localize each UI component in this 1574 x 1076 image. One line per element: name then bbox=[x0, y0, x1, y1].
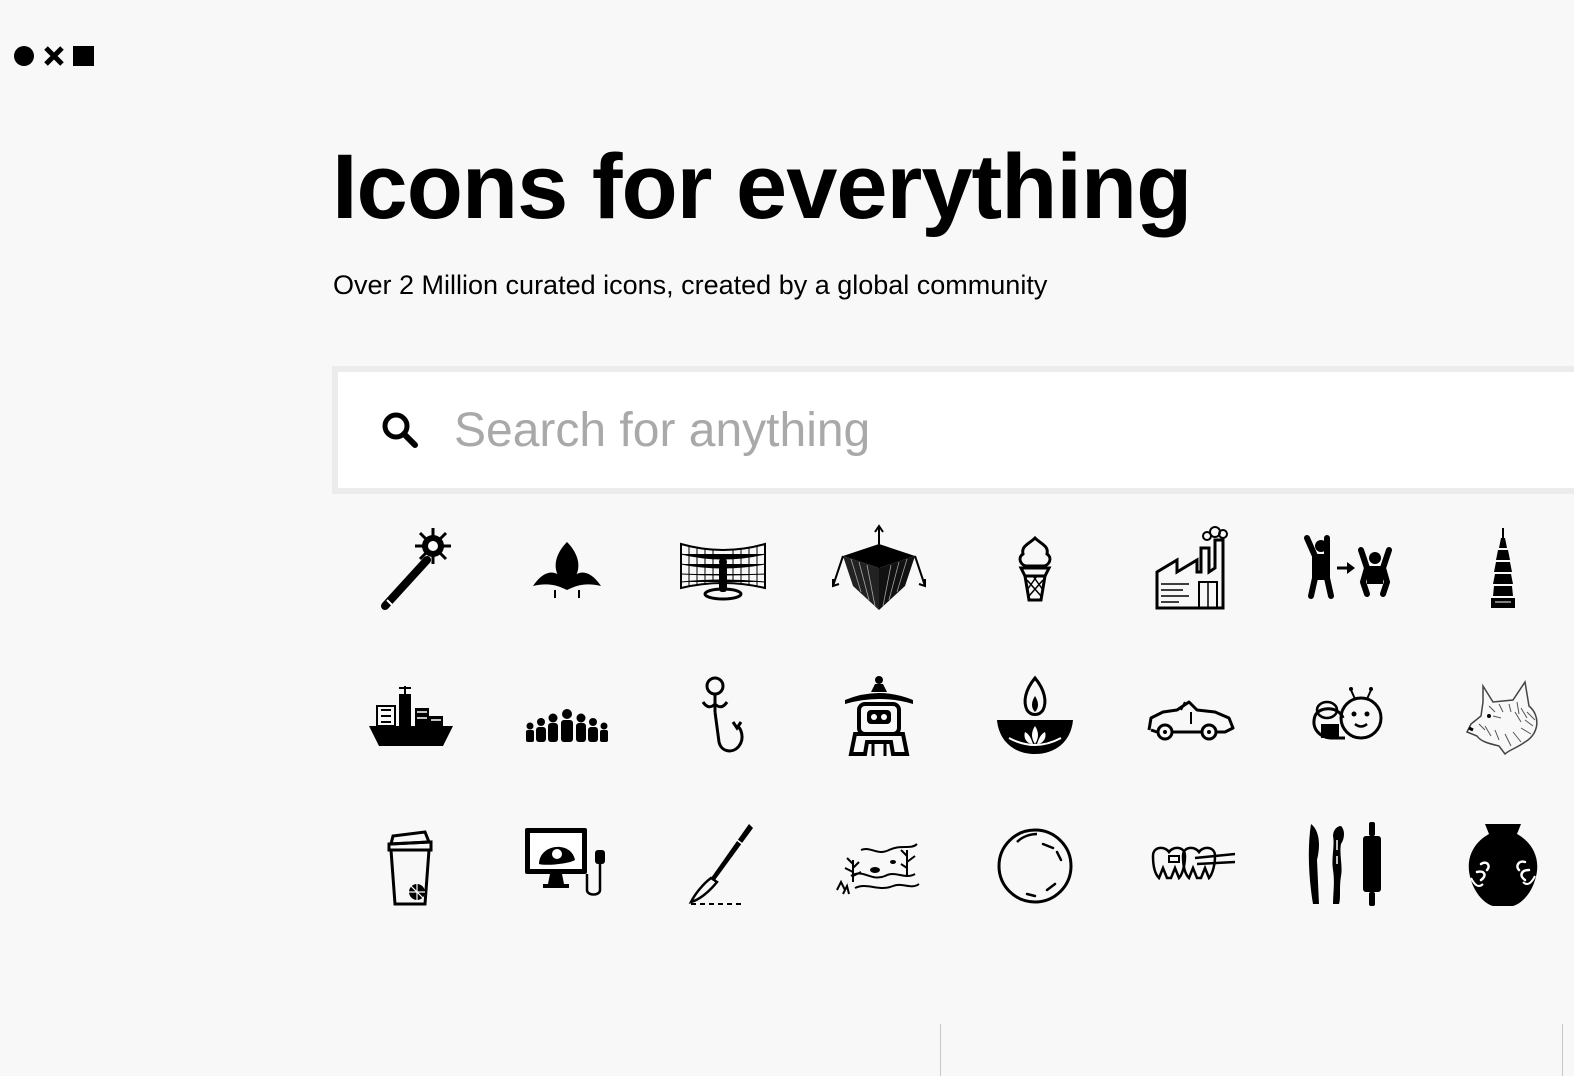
swamp-landscape-icon bbox=[836, 843, 920, 895]
icon-tile[interactable] bbox=[645, 818, 801, 966]
icon-tile[interactable] bbox=[957, 818, 1113, 966]
icon-tile[interactable] bbox=[489, 670, 645, 818]
diya-lamp-icon bbox=[997, 675, 1073, 754]
icon-tile[interactable] bbox=[333, 818, 489, 966]
icon-tile[interactable] bbox=[333, 670, 489, 818]
icon-tile[interactable] bbox=[645, 522, 801, 670]
anchor-person-hook-icon bbox=[701, 676, 744, 753]
icon-tile[interactable] bbox=[957, 522, 1113, 670]
icon-tile[interactable] bbox=[1425, 670, 1574, 818]
search-field-container[interactable] bbox=[338, 372, 1574, 488]
wolf-head-icon bbox=[1465, 680, 1538, 756]
ultrasound-monitor-icon bbox=[525, 828, 605, 896]
icon-tile[interactable] bbox=[1425, 818, 1574, 966]
pottery-vase-icon bbox=[1468, 824, 1538, 906]
circle-cross-square-logo-icon bbox=[14, 46, 94, 66]
convertible-car-icon bbox=[1147, 700, 1235, 741]
mace-wand-icon bbox=[381, 528, 451, 610]
icon-tile[interactable] bbox=[1113, 670, 1269, 818]
section-divider bbox=[940, 1024, 941, 1076]
cargo-ship-icon bbox=[369, 686, 453, 746]
icon-tile[interactable] bbox=[801, 522, 957, 670]
page-title: Icons for everything bbox=[332, 136, 1192, 238]
icon-tile[interactable] bbox=[1113, 522, 1269, 670]
search-box bbox=[332, 366, 1574, 494]
factory-building-icon bbox=[1155, 526, 1228, 610]
crowd-people-icon bbox=[526, 709, 608, 742]
icon-tile[interactable] bbox=[489, 818, 645, 966]
icon-tile[interactable] bbox=[1113, 818, 1269, 966]
section-divider bbox=[1562, 1024, 1563, 1076]
cube-axes-icon bbox=[832, 524, 926, 610]
icon-tile[interactable] bbox=[801, 818, 957, 966]
icon-tile[interactable] bbox=[1269, 522, 1425, 670]
scalpel-icon bbox=[688, 824, 753, 905]
icon-tile[interactable] bbox=[1425, 522, 1574, 670]
shaker-bottle-icon bbox=[387, 830, 433, 906]
icon-tile[interactable] bbox=[957, 670, 1113, 818]
taipei-tower-icon bbox=[1491, 528, 1515, 608]
vr-room-person-icon bbox=[680, 542, 766, 601]
icon-tile[interactable] bbox=[333, 522, 489, 670]
search-icon[interactable] bbox=[380, 410, 420, 450]
bird-leaf-shape-icon bbox=[533, 542, 601, 598]
sculpting-tools-icon bbox=[1308, 822, 1381, 906]
pearl-bubble-icon bbox=[997, 828, 1073, 904]
child-jump-transform-icon bbox=[1304, 535, 1392, 599]
icon-tile[interactable] bbox=[1269, 818, 1425, 966]
search-input[interactable] bbox=[454, 395, 1574, 465]
icon-tile[interactable] bbox=[801, 670, 957, 818]
ice-cream-cone-icon bbox=[1018, 535, 1052, 602]
icon-grid bbox=[333, 522, 1574, 966]
bee-cartoon-icon bbox=[1312, 687, 1383, 740]
logo[interactable] bbox=[14, 44, 96, 68]
icon-tile[interactable] bbox=[645, 670, 801, 818]
dental-crowns-icon bbox=[1151, 846, 1236, 881]
lantern-robot-icon bbox=[845, 676, 913, 756]
icon-tile[interactable] bbox=[1269, 670, 1425, 818]
page-subtitle: Over 2 Million curated icons, created by… bbox=[333, 270, 1048, 300]
icon-tile[interactable] bbox=[489, 522, 645, 670]
